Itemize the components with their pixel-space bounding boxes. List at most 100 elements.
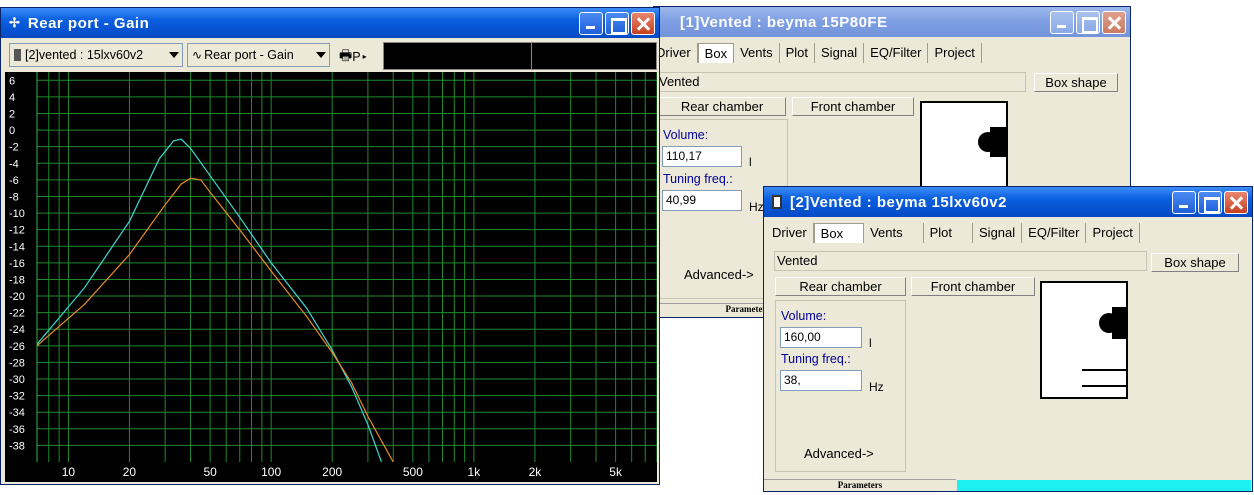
status-bar: Parameters — [764, 479, 956, 491]
x-tick-label: 5k — [609, 465, 623, 479]
window-2-tabs: Driver Box Vents Plot Signal EQ/Filter P… — [766, 223, 1140, 243]
series-line-1 — [37, 138, 383, 462]
gain-window-title: Rear port - Gain — [27, 14, 150, 32]
y-tick-label: -26 — [9, 341, 25, 353]
gain-chart-svg: 6420-2-4-6-8-10-12-14-16-18-20-22-24-26-… — [9, 72, 658, 479]
x-tick-label: 50 — [203, 465, 217, 479]
y-tick-label: 2 — [9, 108, 15, 120]
plot-type-select[interactable]: ∿ Rear port - Gain — [187, 43, 330, 67]
front-chamber-button[interactable]: Front chamber — [792, 97, 914, 116]
tab-driver[interactable]: Driver — [654, 43, 698, 63]
tab-eq-filter[interactable]: EQ/Filter — [1022, 223, 1087, 243]
x-tick-label: 1k — [468, 465, 482, 479]
volume-unit: l — [869, 336, 872, 350]
rear-chamber-button[interactable]: Rear chamber — [775, 277, 906, 296]
minimize-icon[interactable] — [1172, 191, 1196, 214]
gain-window-titlebar[interactable]: ✢ Rear port - Gain — [1, 8, 659, 38]
y-tick-label: -24 — [9, 324, 25, 336]
printer-icon: 🖶 — [339, 46, 353, 63]
box-shape-button[interactable]: Box shape — [1034, 73, 1118, 92]
tab-plot[interactable]: Plot — [780, 43, 816, 63]
print-label: P — [352, 49, 361, 64]
gain-window-icon: ✢ — [9, 15, 20, 30]
y-tick-label: -6 — [9, 175, 19, 187]
status-progress — [957, 480, 1251, 491]
series-line-2 — [37, 177, 394, 462]
tuning-freq-input[interactable]: 38, — [780, 370, 862, 391]
y-tick-label: -2 — [9, 142, 19, 154]
chevron-down-icon — [169, 52, 179, 58]
y-tick-label: -8 — [9, 191, 19, 203]
y-tick-label: -34 — [9, 407, 25, 419]
y-tick-label: 4 — [9, 92, 15, 104]
tab-signal[interactable]: Signal — [973, 223, 1023, 243]
y-tick-label: -4 — [9, 158, 19, 170]
maximize-icon[interactable] — [605, 12, 629, 35]
tab-signal[interactable]: Signal — [815, 43, 865, 63]
window-2-titlebar[interactable]: [2]Vented : beyma 15lxv60v2 — [764, 187, 1252, 217]
advanced-link[interactable]: Advanced-> — [804, 446, 874, 461]
tab-eq-filter[interactable]: EQ/Filter — [864, 43, 929, 63]
tab-box[interactable]: Box — [697, 43, 735, 63]
tuning-freq-input[interactable]: 40,99 — [662, 190, 742, 211]
y-tick-label: -10 — [9, 208, 25, 220]
gain-plot[interactable]: 6 4 2 0 -2 -4 -6 -8 -10 -12 -14 -16 -18 -20 -22 -24 -26-… — [5, 72, 658, 482]
x-tick-label: 500 — [403, 465, 423, 479]
x-tick-label: 100 — [261, 465, 281, 479]
volume-input[interactable]: 160,00 — [780, 327, 862, 348]
print-button[interactable]: 🖶 P ▸ — [339, 42, 381, 71]
tab-vents[interactable]: Vents — [864, 223, 924, 243]
box-shape-button[interactable]: Box shape — [1151, 253, 1239, 272]
window-icon — [772, 195, 782, 209]
readout-box — [383, 42, 657, 70]
tab-driver[interactable]: Driver — [766, 223, 814, 243]
y-tick-label: 0 — [9, 125, 15, 137]
close-icon[interactable] — [1224, 191, 1248, 214]
tab-vents[interactable]: Vents — [734, 43, 780, 63]
plot-type-select-value: Rear port - Gain — [204, 48, 294, 62]
box-type-field[interactable]: Vented — [656, 72, 1026, 92]
y-tick-label: -36 — [9, 424, 25, 436]
maximize-icon[interactable] — [1076, 11, 1100, 34]
speaker-icon — [1082, 307, 1128, 387]
volume-input[interactable]: 110,17 — [662, 146, 742, 167]
advanced-link[interactable]: Advanced-> — [684, 267, 754, 282]
vented-window-2: [2]Vented : beyma 15lxv60v2 Driver Box V… — [763, 186, 1253, 492]
minimize-icon[interactable] — [579, 12, 603, 35]
x-tick-label: 200 — [322, 465, 342, 479]
window-1-title: [1]Vented : beyma 15P80FE — [680, 13, 888, 31]
project-select[interactable]: [2]vented : 15lxv60v2 — [9, 43, 183, 67]
rear-chamber-button[interactable]: Rear chamber — [658, 97, 786, 116]
box-type-field[interactable]: Vented — [774, 251, 1147, 271]
tab-project[interactable]: Project — [1086, 223, 1140, 243]
window-1-tabs: Driver Box Vents Plot Signal EQ/Filter P… — [654, 43, 982, 63]
y-tick-label: -14 — [9, 241, 25, 253]
maximize-icon[interactable] — [1198, 191, 1222, 214]
front-chamber-button[interactable]: Front chamber — [911, 277, 1035, 296]
tab-project[interactable]: Project — [928, 43, 982, 63]
tab-plot[interactable]: Plot — [924, 223, 974, 243]
tuning-freq-unit: Hz — [749, 200, 764, 214]
plot-type-icon: ∿ — [192, 48, 203, 62]
window-2-title: [2]Vented : beyma 15lxv60v2 — [790, 193, 1007, 211]
status-bar: Parameters — [654, 303, 774, 315]
window-1-titlebar[interactable]: [1]Vented : beyma 15P80FE — [654, 7, 1130, 37]
y-tick-label: -28 — [9, 357, 25, 369]
y-tick-label: -22 — [9, 308, 25, 320]
speaker-icon — [978, 127, 1008, 157]
minimize-icon[interactable] — [1050, 11, 1074, 34]
x-tick-label: 2k — [529, 465, 543, 479]
close-icon[interactable] — [1102, 11, 1126, 34]
tab-box[interactable]: Box — [813, 223, 865, 243]
volume-unit: l — [749, 155, 752, 169]
y-tick-label: -30 — [9, 374, 25, 386]
chevron-right-icon: ▸ — [362, 52, 367, 61]
rear-port-gain-window: ✢ Rear port - Gain [2]vented : 15lxv60v2… — [0, 7, 660, 485]
close-icon[interactable] — [631, 12, 655, 35]
y-tick-label: -20 — [9, 291, 25, 303]
tuning-freq-label: Tuning freq.: — [663, 172, 733, 186]
y-tick-label: -38 — [9, 440, 25, 452]
x-tick-label: 10 — [62, 465, 76, 479]
y-tick-label: -32 — [9, 391, 25, 403]
x-tick-label: 20 — [123, 465, 137, 479]
